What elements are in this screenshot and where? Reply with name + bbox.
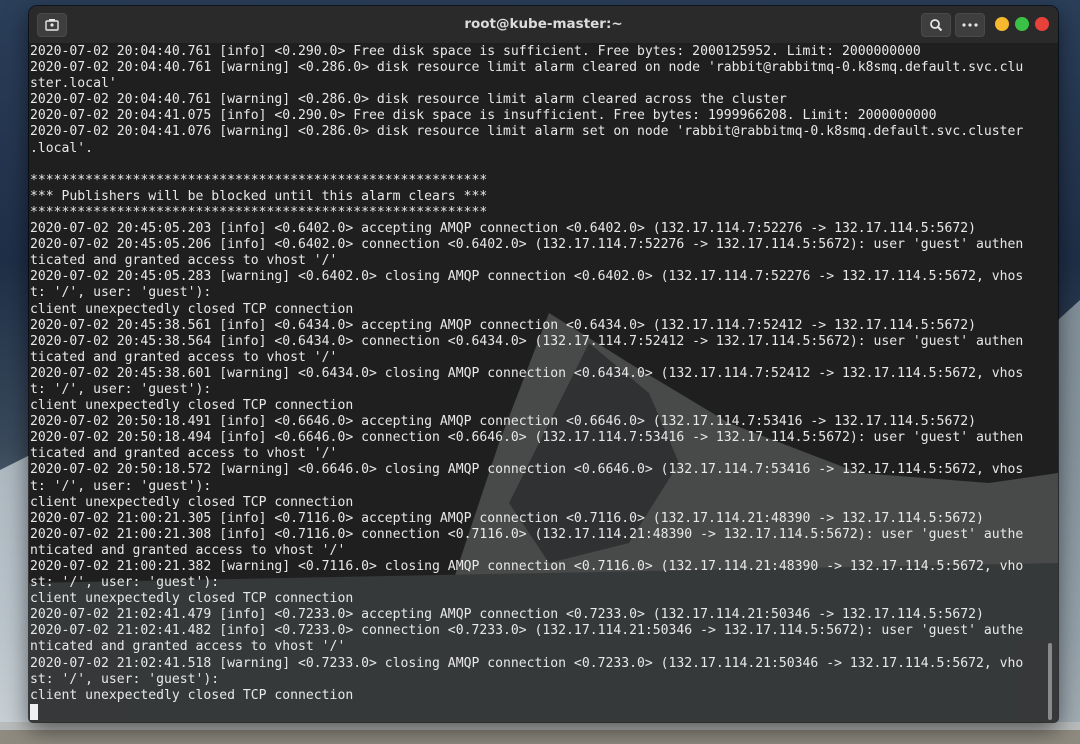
terminal-line: 2020-07-02 20:04:40.761 [info] <0.290.0>… (30, 44, 921, 59)
menu-button[interactable] (955, 13, 985, 37)
terminal-line: 2020-07-02 20:45:05.283 [warning] <0.640… (30, 269, 1024, 285)
terminal-lines: 2020-07-02 20:04:40.761 [info] <0.290.0>… (30, 44, 1050, 704)
terminal-line: ticated and granted access to vhost '/' (30, 349, 338, 365)
terminal-line: 2020-07-02 20:04:41.075 [info] <0.290.0>… (30, 108, 937, 124)
terminal-line: 2020-07-02 21:00:21.382 [warning] <0.711… (30, 559, 1024, 574)
terminal-line: ticated and granted access to vhost '/' (30, 253, 338, 269)
terminal-line: ticated and granted access to vhost '/' (30, 446, 338, 462)
terminal-line: nticated and granted access to vhost '/' (30, 639, 346, 655)
terminal-line: ster.local' (30, 76, 117, 92)
terminal-line: 2020-07-02 20:50:18.572 [warning] <0.664… (30, 462, 1024, 478)
window-title: root@kube-master:~ (464, 16, 623, 32)
terminal-line: client unexpectedly closed TCP connectio… (30, 494, 354, 510)
terminal-line: client unexpectedly closed TCP connectio… (30, 398, 354, 414)
title-bar[interactable]: root@kube-master:~ (29, 6, 1058, 44)
terminal-line: client unexpectedly closed TCP connectio… (30, 591, 354, 607)
terminal-window: root@kube-master:~ 2020-07-02 20:04:40.7… (29, 6, 1058, 722)
terminal-line: 2020-07-02 20:50:18.491 [info] <0.6646.0… (30, 414, 976, 430)
terminal-line: 2020-07-02 20:45:38.564 [info] <0.6434.0… (30, 333, 1024, 349)
close-button[interactable] (1035, 17, 1049, 31)
terminal-line: client unexpectedly closed TCP connectio… (30, 301, 354, 317)
terminal-line: st: '/', user: 'guest'): (30, 575, 220, 591)
terminal-line: .local'. (30, 140, 94, 156)
terminal-line: 2020-07-02 21:00:21.308 [info] <0.7116.0… (30, 526, 1024, 542)
terminal-line: 2020-07-02 20:04:41.076 [warning] <0.286… (30, 124, 1024, 140)
scrollbar[interactable] (1048, 643, 1052, 720)
terminal-line: ****************************************… (30, 204, 488, 220)
more-icon (962, 23, 978, 27)
terminal-line: 2020-07-02 21:02:41.479 [info] <0.7233.0… (30, 607, 984, 623)
terminal-line: *** Publishers will be blocked until thi… (30, 188, 488, 204)
terminal-line: 2020-07-02 20:45:38.601 [warning] <0.643… (30, 365, 1024, 381)
terminal-line: 2020-07-02 20:04:40.761 [warning] <0.286… (30, 60, 1024, 76)
minimize-button[interactable] (995, 17, 1009, 31)
terminal-line: 2020-07-02 21:00:21.305 [info] <0.7116.0… (30, 510, 984, 526)
terminal-line: client unexpectedly closed TCP connectio… (30, 687, 354, 703)
search-button[interactable] (921, 13, 951, 37)
terminal-line: 2020-07-02 21:02:41.518 [warning] <0.723… (30, 655, 1024, 671)
terminal-line: 2020-07-02 20:04:40.761 [warning] <0.286… (30, 92, 787, 108)
search-icon (930, 19, 943, 32)
terminal-line: ****************************************… (30, 172, 488, 188)
terminal-line: nticated and granted access to vhost '/' (30, 542, 346, 558)
terminal-line: 2020-07-02 20:45:05.206 [info] <0.6402.0… (30, 237, 1024, 253)
terminal-line: 2020-07-02 20:45:05.203 [info] <0.6402.0… (30, 221, 976, 237)
terminal-line: st: '/', user: 'guest'): (30, 671, 220, 687)
terminal-output[interactable]: 2020-07-02 20:04:40.761 [info] <0.290.0>… (29, 43, 1058, 722)
text-cursor (30, 704, 38, 720)
terminal-line: t: '/', user: 'guest'): (30, 381, 212, 397)
terminal-line: 2020-07-02 20:50:18.494 [info] <0.6646.0… (30, 430, 1024, 446)
terminal-line: t: '/', user: 'guest'): (30, 478, 212, 494)
maximize-button[interactable] (1015, 17, 1029, 31)
terminal-line: 2020-07-02 20:45:38.561 [info] <0.6434.0… (30, 317, 976, 333)
terminal-line: 2020-07-02 21:02:41.482 [info] <0.7233.0… (30, 623, 1024, 639)
terminal-line: t: '/', user: 'guest'): (30, 285, 212, 301)
